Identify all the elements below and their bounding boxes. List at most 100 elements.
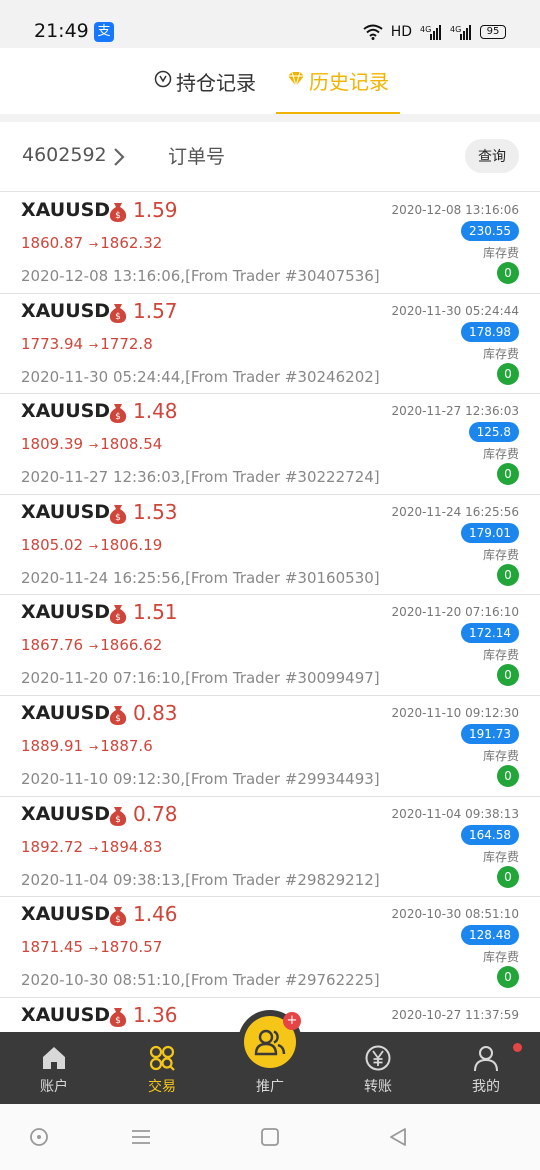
signal-icon-2: 4G xyxy=(450,24,472,40)
record-time: 2020-10-30 08:51:10 xyxy=(391,907,519,922)
promote-badge: + xyxy=(283,1012,301,1030)
record-profit-badge: 172.14 xyxy=(461,623,519,644)
record-symbol: XAUUSD, xyxy=(21,299,118,322)
arrow-right-icon: → xyxy=(89,640,99,654)
nav-account-label: 账户 xyxy=(40,1079,68,1095)
record-fee-badge: 0 xyxy=(497,966,519,989)
nav-trade[interactable]: 交易 xyxy=(108,1032,216,1104)
nav-mine-label: 我的 xyxy=(472,1079,500,1095)
status-icons: HD 4G 4G 95 xyxy=(363,22,506,42)
home-icon xyxy=(40,1044,68,1072)
nav-trade-label: 交易 xyxy=(148,1079,176,1095)
svg-text:$: $ xyxy=(115,714,121,724)
svg-text:4G: 4G xyxy=(450,25,461,34)
query-button[interactable]: 查询 xyxy=(465,139,519,173)
record-lots: 0.78 xyxy=(133,801,178,826)
order-number-input[interactable] xyxy=(168,140,428,174)
menu-icon[interactable] xyxy=(130,1126,152,1152)
record-row[interactable]: XAUUSD, $1.46 1871.45 → 1870.57 2020-10-30 08… xyxy=(0,897,540,998)
square-icon[interactable] xyxy=(259,1126,281,1152)
history-records-list[interactable]: XAUUSD, $1.59 1860.87 → 1862.32 2020-12-08 13… xyxy=(0,193,540,1030)
record-profit-badge: 128.48 xyxy=(461,925,519,946)
record-row[interactable]: XAUUSD, $1.48 1809.39 → 1808.54 2020-11-27 12… xyxy=(0,394,540,495)
account-selector[interactable]: 4602592 xyxy=(22,144,107,166)
record-row[interactable]: XAUUSD, $1.59 1860.87 → 1862.32 2020-12-08 13… xyxy=(0,193,540,294)
record-fee-label: 库存费 xyxy=(482,547,519,562)
record-row[interactable]: XAUUSD, $1.51 1867.76 → 1866.62 2020-11-20 07… xyxy=(0,595,540,696)
tab-holdings[interactable]: 持仓记录 xyxy=(140,48,270,114)
tab-holdings-label: 持仓记录 xyxy=(176,70,256,95)
record-row[interactable]: XAUUSD, $1.53 1805.02 → 1806.19 2020-11-24 16… xyxy=(0,494,540,596)
record-close-price: 1772.8 xyxy=(100,334,153,353)
svg-text:$: $ xyxy=(115,211,121,221)
trade-icon xyxy=(148,1044,176,1072)
moneybag-icon: $ xyxy=(107,302,129,328)
record-close-price: 1808.54 xyxy=(100,435,163,454)
record-open-price: 1805.02 xyxy=(21,535,84,554)
record-fee-label: 库存费 xyxy=(482,950,519,965)
record-time: 2020-11-20 07:16:10 xyxy=(391,605,519,620)
record-lots: 1.59 xyxy=(133,198,178,222)
record-tabs: 持仓记录 历史记录 xyxy=(0,48,540,114)
record-lots: 1.57 xyxy=(133,298,178,323)
record-fee-badge: 0 xyxy=(497,764,519,787)
svg-text:$: $ xyxy=(115,513,121,523)
record-row[interactable]: XAUUSD, $1.57 1773.94 → 1772.8 2020-11-30 05:… xyxy=(0,293,540,395)
record-row[interactable]: XAUUSD, $0.83 1889.91 → 1887.6 2020-11-10 09:… xyxy=(0,695,540,797)
tab-history[interactable]: 历史记录 xyxy=(276,48,400,114)
record-lots: 1.51 xyxy=(133,600,178,625)
record-symbol: XAUUSD, xyxy=(21,903,118,926)
record-symbol: XAUUSD, xyxy=(21,1003,118,1026)
svg-text:$: $ xyxy=(115,815,121,825)
signal-icon: 4G xyxy=(420,24,442,40)
record-close-price: 1806.19 xyxy=(100,535,163,554)
record-symbol: XAUUSD, xyxy=(21,199,118,221)
record-row[interactable]: XAUUSD, $0.78 1892.72 → 1894.83 2020-11-04 09… xyxy=(0,796,540,898)
back-icon[interactable] xyxy=(387,1126,409,1152)
record-fee-badge: 0 xyxy=(497,664,519,687)
record-fee-label: 库存费 xyxy=(482,849,519,864)
record-fee-badge: 0 xyxy=(497,262,519,284)
record-time: 2020-11-24 16:25:56 xyxy=(391,504,519,519)
moneybag-icon: $ xyxy=(107,402,129,428)
record-note: 2020-11-10 09:12:30,[From Trader #299344… xyxy=(21,769,380,788)
status-bar: 21:49 支 HD 4G 4G 95 xyxy=(0,0,540,48)
alipay-icon: 支 xyxy=(94,22,114,42)
nav-account[interactable]: 账户 xyxy=(0,1032,108,1104)
record-prices: 1867.76 → 1866.62 xyxy=(21,636,162,654)
record-prices: 1773.94 → 1772.8 xyxy=(21,335,153,353)
circle-icon[interactable] xyxy=(28,1126,50,1152)
record-profit-badge: 179.01 xyxy=(461,522,519,543)
arrow-right-icon: → xyxy=(89,942,99,956)
nav-mine[interactable]: 我的 xyxy=(432,1032,540,1104)
record-symbol: XAUUSD, xyxy=(21,701,118,724)
record-fee-badge: 0 xyxy=(497,563,519,586)
notification-dot xyxy=(513,1043,522,1052)
record-prices: 1860.87 → 1862.32 xyxy=(21,234,162,252)
arrow-right-icon: → xyxy=(89,740,99,754)
tab-history-label: 历史记录 xyxy=(309,69,389,94)
record-open-price: 1860.87 xyxy=(21,234,84,252)
record-time: 2020-11-10 09:12:30 xyxy=(391,705,519,720)
nav-transfer[interactable]: 转账 xyxy=(324,1032,432,1104)
record-close-price: 1870.57 xyxy=(100,938,163,957)
record-lots: 1.36 xyxy=(133,1002,178,1027)
nav-promote-label: 推广 xyxy=(256,1079,284,1095)
record-note: 2020-11-20 07:16:10,[From Trader #300994… xyxy=(21,669,380,688)
record-note: 2020-11-24 16:25:56,[From Trader #301605… xyxy=(21,568,380,587)
arrow-right-icon: → xyxy=(89,338,99,352)
record-lots: 1.48 xyxy=(133,399,178,424)
record-close-price: 1887.6 xyxy=(100,736,153,755)
record-time: 2020-10-27 11:37:59 xyxy=(391,1007,519,1022)
record-lots: 1.46 xyxy=(133,902,178,927)
record-lots: 1.53 xyxy=(133,499,178,524)
clock-circle-icon xyxy=(154,69,172,93)
record-fee-badge: 0 xyxy=(497,362,519,385)
record-symbol: XAUUSD, xyxy=(21,601,118,624)
arrow-right-icon: → xyxy=(89,439,99,453)
record-open-price: 1773.94 xyxy=(21,334,84,353)
svg-text:$: $ xyxy=(115,312,121,322)
diamond-icon xyxy=(287,68,305,92)
chevron-right-icon[interactable] xyxy=(112,146,126,172)
record-note: 2020-12-08 13:16:06,[From Trader #304075… xyxy=(21,267,380,285)
